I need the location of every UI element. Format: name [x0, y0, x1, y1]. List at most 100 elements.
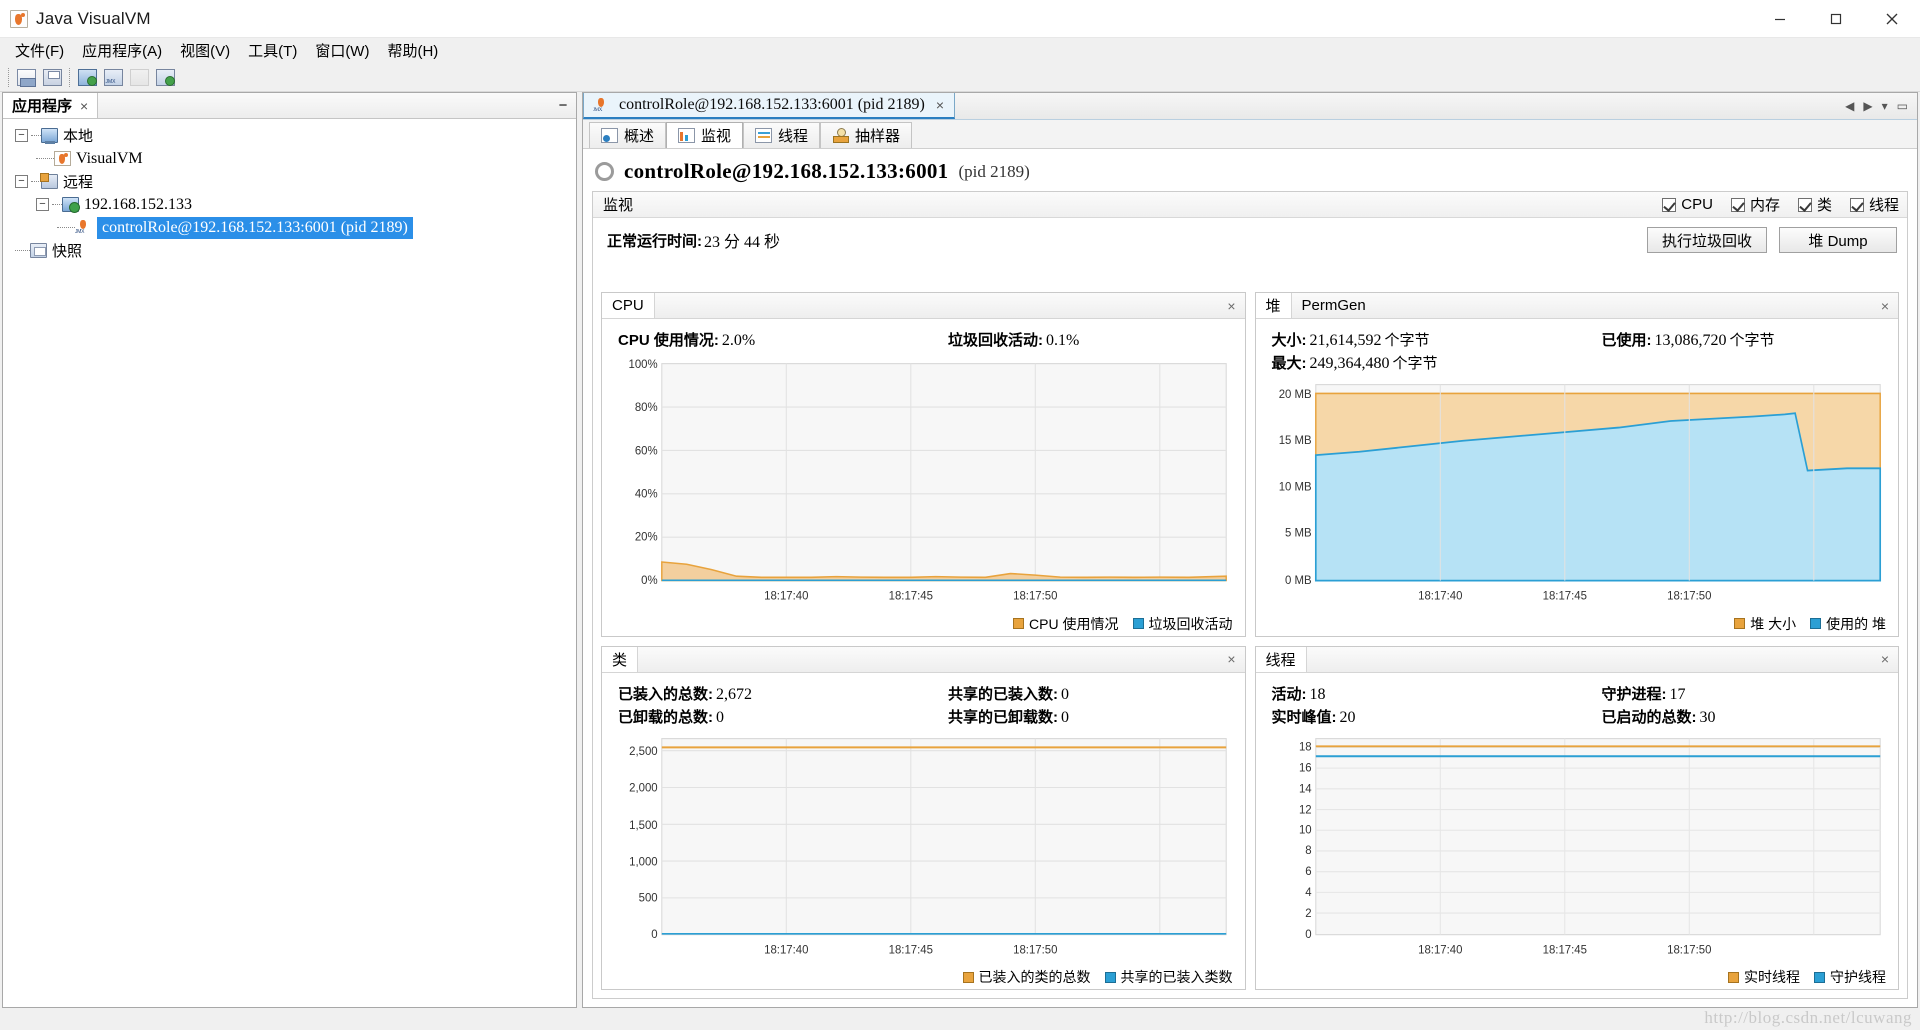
toolbar-separator-2 — [69, 67, 70, 87]
total-unloaded-value: 0 — [716, 708, 724, 726]
svg-text:40%: 40% — [635, 487, 658, 500]
svg-text:4: 4 — [1305, 885, 1312, 898]
menu-tools[interactable]: 工具(T) — [239, 38, 306, 63]
perform-gc-button[interactable]: 执行垃圾回收 — [1646, 227, 1767, 253]
menu-applications[interactable]: 应用程序(A) — [73, 38, 171, 63]
heap-dump-button[interactable]: 堆 Dump — [1779, 227, 1897, 253]
svg-text:18:17:40: 18:17:40 — [764, 589, 809, 602]
minimize-icon[interactable] — [1752, 0, 1808, 38]
checkbox-threads-label: 线程 — [1868, 197, 1899, 214]
legend-total-loaded-classes-label: 已装入的类的总数 — [978, 969, 1091, 985]
checkbox-threads-box[interactable] — [1849, 197, 1864, 212]
cpu-panel: CPU × CPU 使用情况: 2.0% 垃圾回收活动: 0.1% 100% 8… — [601, 292, 1246, 637]
svg-text:18:17:45: 18:17:45 — [1542, 943, 1587, 956]
collapse-toggle-local[interactable]: − — [15, 129, 28, 142]
classes-legend: 已装入的类的总数 共享的已装入类数 — [602, 965, 1245, 989]
save-icon[interactable] — [39, 65, 65, 89]
permgen-tab[interactable]: PermGen — [1292, 293, 1376, 318]
minimize-panel-icon[interactable]: − — [550, 93, 576, 118]
page-title: controlRole@192.168.152.133:6001 — [624, 159, 949, 183]
view-subtabs: 概述 监视 线程 抽样器 — [583, 120, 1917, 149]
svg-text:6: 6 — [1305, 864, 1312, 877]
menu-help[interactable]: 帮助(H) — [378, 38, 447, 63]
threads-panel-title: 线程 — [1255, 646, 1307, 672]
tab-applications[interactable]: 应用程序 × — [3, 93, 99, 118]
add-remote-host-icon[interactable] — [74, 65, 100, 89]
shared-loaded-value: 0 — [1061, 685, 1069, 703]
menu-view[interactable]: 视图(V) — [171, 38, 239, 63]
heap-panel-close-icon[interactable]: × — [1872, 293, 1898, 318]
svg-text:2,500: 2,500 — [629, 744, 658, 757]
legend-swatch — [1734, 618, 1746, 629]
tab-list-icon[interactable]: ▾ — [1882, 99, 1888, 113]
tab-overview[interactable]: 概述 — [589, 122, 667, 148]
tree-node-visualvm[interactable]: VisualVM — [3, 147, 576, 170]
menu-window[interactable]: 窗口(W) — [306, 38, 378, 63]
monitor-section-title: 监视 — [603, 197, 634, 214]
checkbox-cpu-box[interactable] — [1662, 197, 1677, 212]
document-tab-label: controlRole@192.168.152.133:6001 (pid 21… — [619, 96, 925, 113]
remote-host-icon — [62, 197, 80, 213]
collapse-toggle-remote[interactable]: − — [15, 175, 28, 188]
maximize-document-icon[interactable]: ▭ — [1897, 99, 1908, 113]
open-snapshot-icon[interactable] — [13, 65, 39, 89]
tree-node-remote[interactable]: − 远程 — [3, 170, 576, 193]
checkbox-classes-label: 类 — [1816, 197, 1832, 214]
svg-text:18:17:45: 18:17:45 — [1542, 589, 1587, 602]
svg-text:18:17:50: 18:17:50 — [1667, 943, 1712, 956]
tree-node-host[interactable]: − 192.168.152.133 — [3, 193, 576, 216]
close-icon[interactable] — [1864, 0, 1920, 38]
add-jmx-connection-icon[interactable] — [100, 65, 126, 89]
tree-node-snapshots[interactable]: 快照 — [3, 239, 576, 262]
svg-text:0: 0 — [1305, 927, 1312, 940]
peak-threads-value: 20 — [1339, 708, 1356, 726]
tab-threads[interactable]: 线程 — [743, 122, 821, 148]
tab-sampler-label: 抽样器 — [855, 128, 901, 145]
application-status-icon — [595, 162, 614, 181]
monitor-icon — [678, 128, 696, 143]
legend-live-threads-label: 实时线程 — [1744, 969, 1800, 985]
tree-connector — [52, 204, 62, 205]
collapse-toggle-host[interactable]: − — [36, 198, 49, 211]
checkbox-memory-label: 内存 — [1749, 197, 1780, 214]
svg-text:0%: 0% — [641, 574, 658, 587]
threads-panel-close-icon[interactable]: × — [1872, 647, 1898, 672]
maximize-icon[interactable] — [1808, 0, 1864, 38]
heap-tab[interactable]: 堆 — [1255, 293, 1292, 318]
cpu-panel-close-icon[interactable]: × — [1219, 293, 1245, 318]
heap-panel-header: 堆 PermGen × — [1255, 293, 1898, 319]
tree-node-local[interactable]: − 本地 — [3, 124, 576, 147]
svg-text:1,500: 1,500 — [629, 818, 658, 831]
heap-used-value: 13,086,720 — [1654, 332, 1727, 349]
legend-daemon-threads: 守护线程 — [1814, 967, 1886, 987]
menu-file[interactable]: 文件(F) — [6, 38, 73, 63]
tab-monitor[interactable]: 监视 — [666, 122, 744, 148]
cpu-panel-title: CPU — [602, 293, 655, 318]
tab-monitor-label: 监视 — [701, 128, 732, 145]
scroll-left-icon[interactable]: ◀ — [1845, 99, 1854, 113]
tree-connector — [36, 158, 54, 159]
heap-size-unit: 个字节 — [1384, 332, 1430, 349]
checkbox-classes-box[interactable] — [1797, 197, 1812, 212]
classes-chart: 2,500 2,000 1,500 1,000 500 0 18:17:40 18:17:… — [612, 732, 1235, 966]
tab-sampler[interactable]: 抽样器 — [820, 122, 913, 148]
tree-connector — [15, 250, 30, 251]
visualvm-icon — [10, 9, 28, 28]
document-tab-close-icon[interactable]: × — [936, 97, 944, 113]
classes-panel-close-icon[interactable]: × — [1219, 647, 1245, 672]
checkbox-memory[interactable]: 内存 — [1730, 194, 1780, 215]
shared-loaded-label: 共享的已装入数: — [948, 685, 1058, 703]
tab-threads-label: 线程 — [778, 128, 809, 145]
applications-tab-row: 应用程序 × − — [3, 93, 576, 119]
checkbox-threads[interactable]: 线程 — [1849, 194, 1899, 215]
document-tab-jmx[interactable]: controlRole@192.168.152.133:6001 (pid 21… — [583, 93, 956, 119]
scroll-right-icon[interactable]: ▶ — [1863, 99, 1872, 113]
checkbox-memory-box[interactable] — [1730, 197, 1745, 212]
cpu-usage-label: CPU 使用情况: — [618, 332, 719, 349]
checkbox-cpu[interactable]: CPU — [1662, 196, 1713, 213]
daemon-threads-value: 17 — [1669, 685, 1686, 703]
take-snapshot-icon[interactable] — [152, 65, 178, 89]
checkbox-classes[interactable]: 类 — [1797, 194, 1832, 215]
tree-node-jmx-connection[interactable]: controlRole@192.168.152.133:6001 (pid 21… — [3, 216, 576, 239]
tab-applications-close-icon[interactable]: × — [80, 98, 88, 114]
